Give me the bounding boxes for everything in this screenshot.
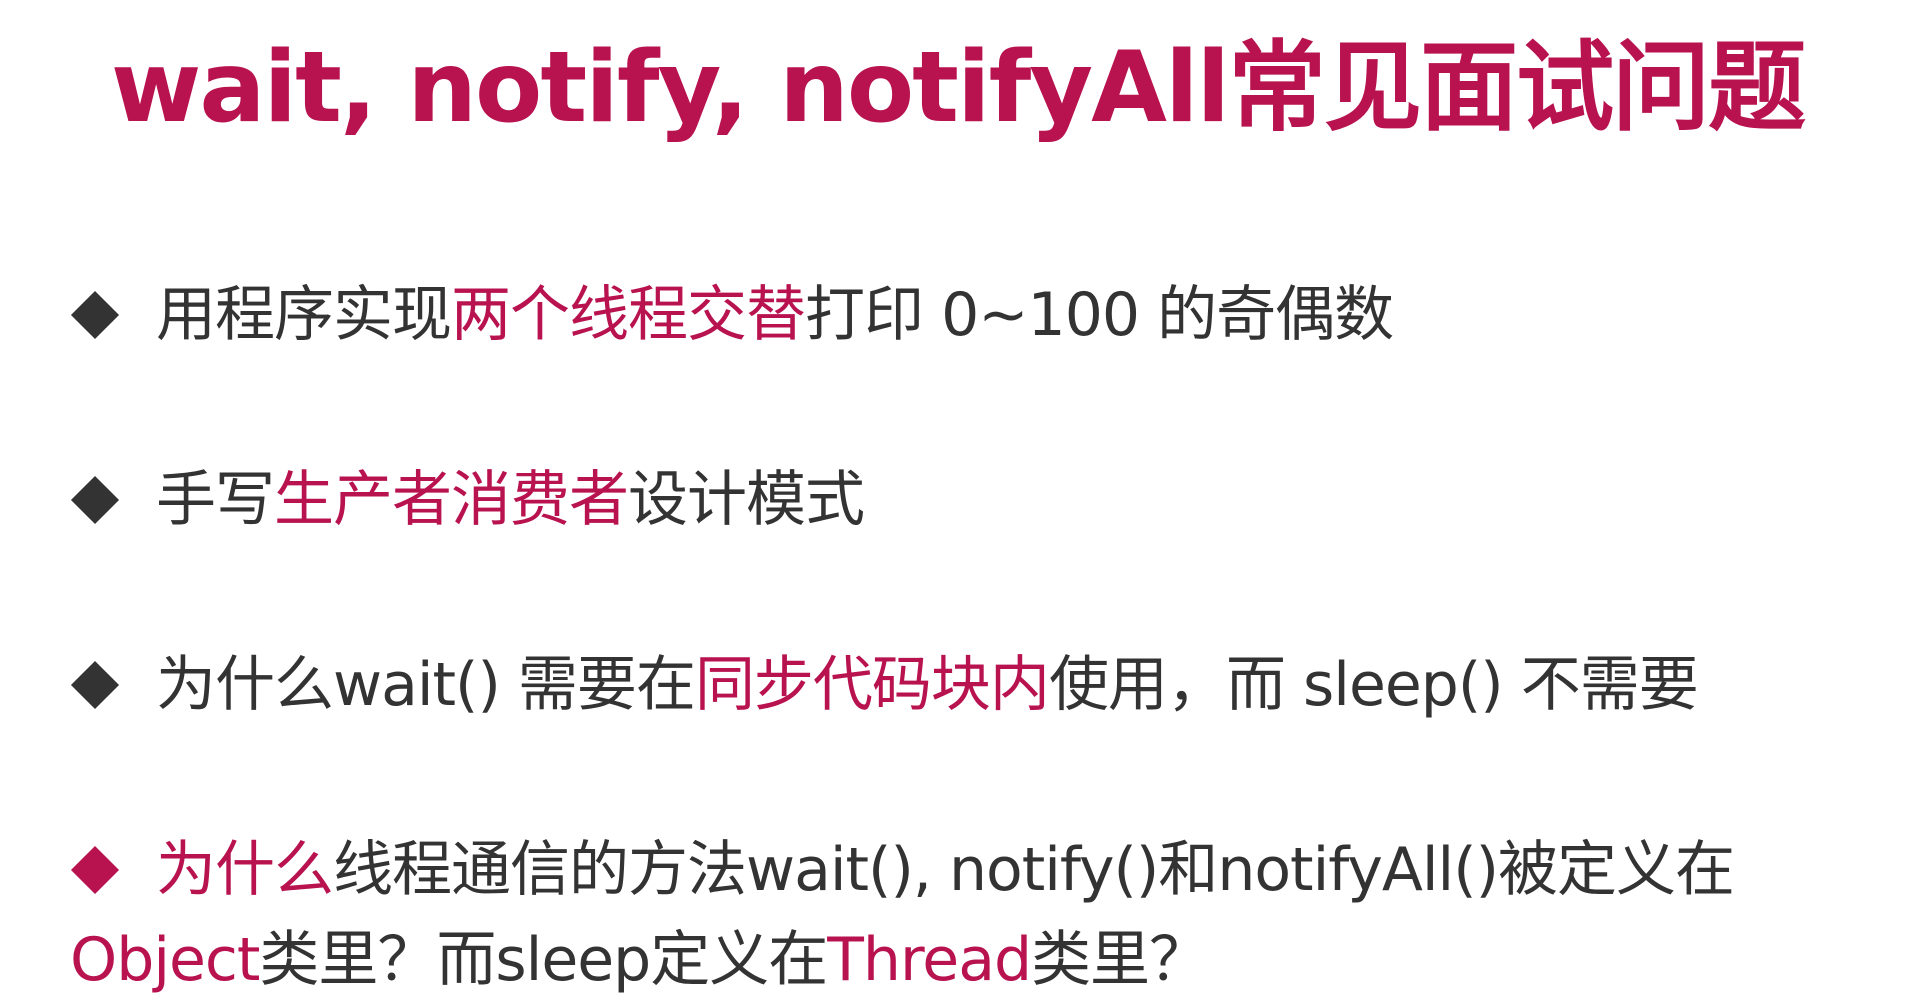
bullet-text-segment: 打印 0~100 的奇偶数 [805, 280, 1394, 350]
bullet-text: 为什么线程通信的方法wait(), notify()和notifyAll()被定… [70, 825, 1735, 1005]
bullet-highlight: Thread [827, 925, 1032, 995]
bullet-line-1: 为什么线程通信的方法wait(), notify()和notifyAll()被定… [156, 825, 1735, 915]
bullet-text-segment: 设计模式 [628, 465, 865, 535]
bullet-text-segment: 类里？ [1031, 925, 1209, 995]
bullet-item-3: 为什么wait() 需要在同步代码块内使用，而 sleep() 不需要 [70, 640, 1870, 730]
bullet-item-2: 手写生产者消费者设计模式 [70, 455, 1870, 545]
bullet-text-segment: 类里？而sleep定义在 [259, 925, 828, 995]
diamond-bullet-icon [70, 845, 120, 895]
diamond-bullet-icon [70, 290, 120, 340]
bullet-highlight: Object [70, 925, 260, 995]
bullet-highlight: 为什么 [156, 835, 334, 905]
slide: wait, notify, notifyAll常见面试问题 用程序实现两个线程交… [0, 0, 1915, 995]
bullet-highlight: 同步代码块内 [694, 650, 1050, 720]
bullet-highlight: 生产者消费者 [274, 465, 629, 535]
bullet-text-segment: 手写 [156, 465, 275, 535]
bullet-item-4: 为什么线程通信的方法wait(), notify()和notifyAll()被定… [70, 825, 1870, 1005]
bullet-text: 为什么wait() 需要在同步代码块内使用，而 sleep() 不需要 [156, 640, 1699, 730]
diamond-bullet-icon [70, 660, 120, 710]
bullet-text-segment: 用程序实现 [156, 280, 452, 350]
diamond-bullet-icon [70, 475, 120, 525]
bullet-text-segment: 线程通信的方法wait(), notify()和notifyAll()被定义在 [333, 835, 1735, 905]
bullet-highlight: 两个线程交替 [451, 280, 806, 350]
slide-title: wait, notify, notifyAll常见面试问题 [110, 31, 1806, 145]
bullet-text: 用程序实现两个线程交替打印 0~100 的奇偶数 [156, 270, 1394, 360]
bullet-line-2: Object类里？而sleep定义在Thread类里？ [70, 915, 1734, 1005]
bullet-item-1: 用程序实现两个线程交替打印 0~100 的奇偶数 [70, 270, 1870, 360]
bullet-text-segment: 为什么wait() 需要在 [156, 650, 696, 720]
bullet-text-segment: 使用，而 sleep() 不需要 [1048, 650, 1699, 720]
bullet-text: 手写生产者消费者设计模式 [156, 455, 865, 545]
